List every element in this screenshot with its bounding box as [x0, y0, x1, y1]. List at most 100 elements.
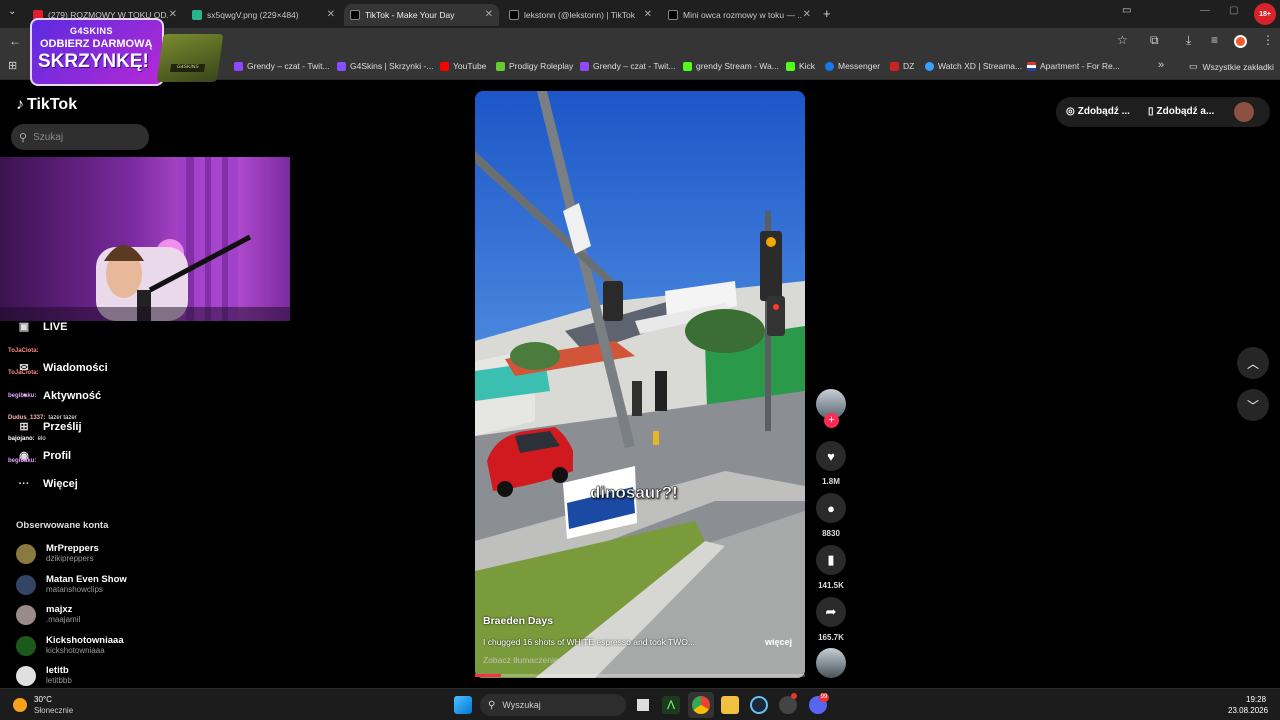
tab-title: Mini owca rozmowy w toku — ... [683, 10, 801, 20]
facebook-icon [825, 61, 834, 71]
browser-tab[interactable]: Mini owca rozmowy w toku — ... ✕ [662, 4, 817, 26]
steam-icon[interactable] [750, 696, 768, 714]
bookmark-item[interactable]: Messenger [825, 61, 880, 71]
video-progress-bar[interactable] [475, 674, 805, 677]
minimize-icon[interactable]: — [1200, 5, 1210, 16]
close-tab-icon[interactable]: ✕ [485, 9, 493, 20]
menu-icon[interactable]: ⋮ [1262, 33, 1274, 47]
profile-badge[interactable]: 18+ [1254, 3, 1276, 25]
account-avatar[interactable] [1234, 35, 1247, 48]
comment-button[interactable]: ● 8830 [816, 493, 846, 538]
following-account[interactable]: MrPreppers dzikipreppers [16, 543, 99, 564]
avatar [16, 604, 36, 625]
windows-start-icon[interactable] [454, 696, 472, 714]
following-account[interactable]: Matan Even Show matanshowclips [16, 574, 127, 595]
taskbar-search[interactable]: ⚲ Wyszukaj [480, 694, 626, 716]
crate-image: G4SKINS [156, 34, 224, 82]
chat-user: ToJaCiota: [8, 348, 39, 354]
share-count: 165.7K [818, 633, 844, 642]
more-button[interactable]: więcej [765, 637, 792, 647]
logo-text: TikTok [27, 96, 78, 113]
all-bookmarks[interactable]: ▭ Wszystkie zakładki [1189, 61, 1274, 72]
video-author[interactable]: Braeden Days [483, 615, 553, 627]
bookmark-item[interactable]: DZ [890, 61, 914, 71]
search-bar[interactable]: ⚲ [11, 124, 149, 150]
chat-message: ToJaCiota: [8, 370, 42, 376]
chat-text: elo [37, 436, 46, 442]
bookmark-item[interactable]: YouTube [440, 61, 486, 71]
browser-tab[interactable]: lekstonn (@lekstonn) | TikTok ✕ [503, 4, 658, 26]
get-app-button[interactable]: ▯ Zdobądź a... [1148, 106, 1214, 117]
previous-video-button[interactable]: ︿ [1237, 347, 1269, 379]
app-icon[interactable]: Λ [662, 696, 680, 714]
bookmark-item[interactable]: Prodigy Roleplay [496, 61, 573, 71]
clock-time[interactable]: 19:28 [1246, 695, 1266, 704]
bookmark-item[interactable]: grendy Stream - Wa... [683, 61, 779, 71]
next-video-button[interactable]: ﹀ [1237, 389, 1269, 421]
get-app-label: Zdobądź a... [1156, 106, 1215, 117]
sound-disc[interactable] [816, 648, 846, 678]
account-name: majxz [46, 604, 73, 615]
task-view-icon[interactable] [634, 696, 652, 714]
like-count: 1.8M [822, 477, 840, 486]
translate-link[interactable]: Zobacz tłumaczenie [483, 655, 559, 665]
bookmark-item[interactable]: Grendy – czat - Twit... [580, 61, 676, 71]
bookmark-label: G4Skins | Skrzynki -... [350, 61, 434, 71]
tiktok-favicon-icon [509, 10, 519, 20]
clock-date[interactable]: 23.08.2026 [1228, 706, 1268, 715]
search-icon: ⚲ [488, 699, 496, 711]
bookmark-item[interactable]: Watch XD | Streama... [925, 61, 1022, 71]
new-tab-button[interactable]: + [823, 6, 831, 21]
video-player[interactable] [475, 91, 805, 678]
bookmark-item[interactable]: Apartment - For Re... [1027, 61, 1120, 71]
nav-more[interactable]: ··· Więcej [16, 478, 78, 490]
cast-icon[interactable]: ▭ [1122, 5, 1131, 16]
share-button[interactable]: ➦ 165.7K [816, 597, 846, 642]
maximize-icon[interactable]: ▢ [1229, 5, 1238, 16]
close-tab-icon[interactable]: ✕ [803, 9, 811, 20]
weather-label[interactable]: Słonecznie [34, 706, 73, 715]
video-caption-overlay: dinosaur?! [590, 483, 678, 502]
tiktok-note-icon: ♪ [16, 96, 24, 113]
get-coins-button[interactable]: ◎ Zdobądź ... [1066, 106, 1130, 117]
chat-user: begibaku: [8, 393, 37, 399]
apps-grid-icon[interactable]: ⊞ [8, 59, 17, 72]
file-explorer-icon[interactable] [721, 696, 739, 714]
nav-live[interactable]: ▣ LIVE [16, 320, 68, 334]
bookmark-item[interactable]: Kick [786, 61, 815, 71]
follow-plus-icon[interactable]: + [824, 413, 839, 428]
tiktok-logo[interactable]: ♪ TikTok [16, 96, 77, 114]
chat-message: ToJaCiota: [8, 348, 42, 354]
search-input[interactable] [33, 131, 134, 143]
tab-search-icon[interactable]: ⌄ [8, 6, 16, 17]
bookmark-item[interactable]: G4Skins | Skrzynki -... [337, 61, 433, 71]
browser-tab-active[interactable]: TikTok - Make Your Day ✕ [344, 4, 499, 26]
extensions-icon[interactable]: ⧉ [1150, 33, 1159, 48]
following-account[interactable]: Kickshotowniaaa kickshotowniaaa [16, 635, 124, 656]
media-icon[interactable]: ≡ [1211, 33, 1218, 47]
following-account[interactable]: majxz .maajamil [16, 604, 80, 625]
download-icon[interactable]: ⤓ [1186, 33, 1191, 48]
bookmark-label: Messenger [838, 61, 881, 71]
back-icon[interactable]: ← [9, 34, 21, 48]
taskbar-search-label: Wyszukaj [502, 700, 541, 710]
like-button[interactable]: ♥ 1.8M [816, 441, 846, 486]
weather-sun-icon[interactable] [13, 698, 27, 712]
user-avatar[interactable] [1234, 102, 1254, 122]
bookmark-star-icon[interactable]: ☆ [1117, 33, 1128, 47]
save-button[interactable]: ▮ 141.5K [816, 545, 846, 590]
close-tab-icon[interactable]: ✕ [644, 9, 652, 20]
more-bookmarks-icon[interactable]: » [1158, 59, 1164, 71]
account-name: Matan Even Show [46, 574, 127, 585]
notification-dot [791, 693, 797, 699]
following-account[interactable]: letitb letitbbb [16, 665, 72, 686]
bookmark-item[interactable]: Grendy – czat - Twit... [234, 61, 330, 71]
ad-line-2: SKRZYNKĘ! [38, 51, 149, 72]
close-tab-icon[interactable]: ✕ [327, 9, 335, 20]
temperature[interactable]: 30°C [34, 695, 52, 704]
creator-avatar[interactable]: + [816, 389, 846, 428]
chrome-icon[interactable] [692, 696, 710, 714]
nav-upload[interactable]: ⊞ Prześlij [16, 420, 81, 434]
search-icon: ⚲ [19, 131, 28, 144]
g4skins-icon [337, 61, 346, 71]
